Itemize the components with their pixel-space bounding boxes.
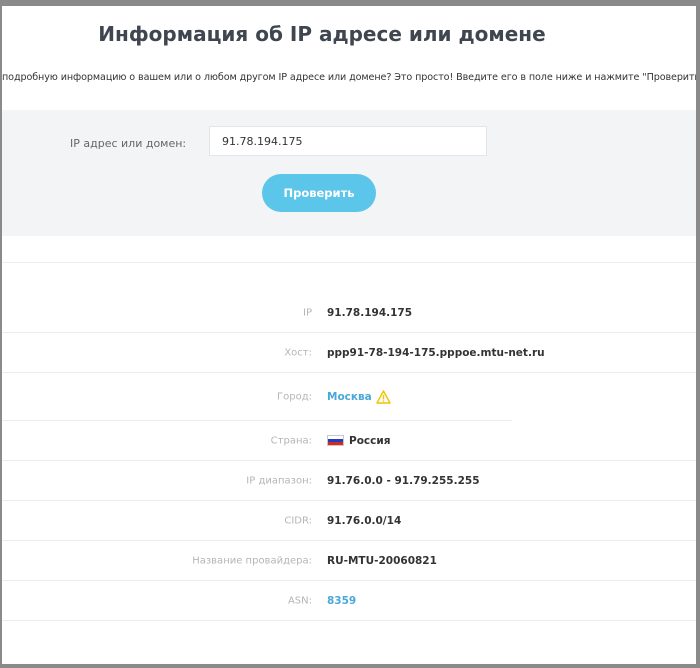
info-row-range: IP диапазон: 91.76.0.0 - 91.79.255.255	[2, 461, 696, 501]
country-value-wrapper: Россия	[327, 435, 390, 447]
page-subtitle: подробную информацию о вашем или о любом…	[2, 72, 696, 83]
city-link[interactable]: Москва	[327, 391, 372, 403]
host-label: Хост:	[284, 347, 312, 358]
ip-domain-label: IP адрес или домен:	[70, 137, 187, 150]
range-value: 91.76.0.0 - 91.79.255.255	[327, 474, 480, 487]
asn-link[interactable]: 8359	[327, 595, 356, 607]
page-title: Информация об IP адресе или домене	[98, 22, 546, 46]
check-button[interactable]: Проверить	[262, 174, 376, 212]
country-value: Россия	[349, 434, 391, 447]
ip-value: 91.78.194.175	[327, 306, 413, 319]
warning-icon[interactable]	[376, 390, 391, 404]
cidr-value: 91.76.0.0/14	[327, 514, 402, 527]
divider	[2, 262, 696, 263]
asn-label: ASN:	[287, 595, 312, 606]
info-row-country: Страна: Россия	[2, 421, 696, 461]
country-label: Страна:	[270, 435, 312, 446]
info-row-cidr: CIDR: 91.76.0.0/14	[2, 501, 696, 541]
host-value: ppp91-78-194-175.pppoe.mtu-net.ru	[327, 346, 545, 359]
city-label: Город:	[277, 391, 312, 403]
city-value-wrapper: Москва	[327, 390, 391, 404]
info-row-city: Город: Москва	[2, 373, 696, 421]
cidr-label: CIDR:	[284, 515, 312, 526]
info-row-ip: IP 91.78.194.175	[2, 293, 696, 333]
provider-label: Название провайдера:	[192, 555, 312, 566]
provider-value: RU-MTU-20060821	[327, 554, 437, 567]
ip-info-table: IP 91.78.194.175 Хост: ppp91-78-194-175.…	[2, 293, 696, 621]
info-row-asn: ASN: 8359	[2, 581, 696, 621]
lookup-form: IP адрес или домен: Проверить	[2, 110, 696, 236]
info-row-provider: Название провайдера: RU-MTU-20060821	[2, 541, 696, 581]
ip-domain-input[interactable]	[209, 126, 487, 156]
russia-flag-icon	[327, 435, 344, 446]
ip-label: IP	[303, 307, 312, 318]
range-label: IP диапазон:	[246, 475, 312, 486]
page-frame: Информация об IP адресе или домене подро…	[2, 6, 696, 664]
info-row-host: Хост: ppp91-78-194-175.pppoe.mtu-net.ru	[2, 333, 696, 373]
asn-value-wrapper: 8359	[327, 595, 356, 607]
